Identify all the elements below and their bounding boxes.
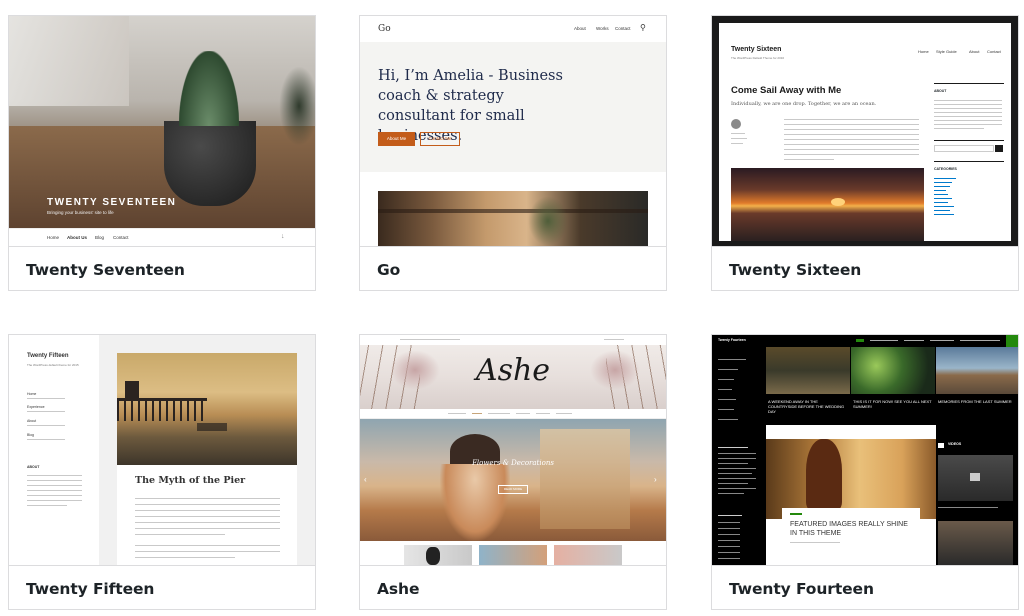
nav-item: Contact — [615, 26, 631, 31]
grid-image — [851, 347, 935, 394]
theme-card-go[interactable]: Go About Works Contact ⚲ Hi, I’m Amelia … — [359, 15, 667, 291]
widget-title: VIDEOS — [948, 442, 962, 446]
theme-card-twenty-seventeen[interactable]: TWENTY SEVENTEEN Bringing your business'… — [8, 15, 316, 291]
grid-image — [766, 347, 850, 394]
nav-item: Works — [596, 26, 609, 31]
nav-item: About Us — [67, 235, 87, 240]
page-body: Twenty Sixteen The WordPress Default The… — [719, 23, 1011, 241]
featured-image — [766, 439, 936, 519]
theme-screenshot[interactable]: Twenty Sixteen The WordPress Default The… — [712, 16, 1018, 246]
theme-name: Ashe — [360, 565, 666, 609]
search-icon: ⚲ — [640, 23, 646, 32]
nav-item: Home — [47, 235, 60, 240]
pier-image — [117, 353, 297, 465]
site-tagline: The WordPress Default Theme for 2016 — [731, 56, 785, 60]
featured-post-box: FEATURED IMAGES REALLY SHINE IN THIS THE… — [782, 508, 920, 565]
post-title: The Myth of the Pier — [135, 475, 246, 486]
play-icon — [970, 473, 980, 481]
grid-caption: A WEEKEND AWAY IN THE COUNTRYSIDE BEFORE… — [768, 399, 845, 414]
slider-image — [360, 419, 666, 541]
theme-screenshot[interactable]: Ashe Flowers & Decorations READ MORE ‹ › — [360, 335, 666, 565]
nav-item: Contact — [113, 235, 129, 240]
sidebar: ABOUT CATEGORIES — [934, 83, 1004, 241]
top-bar — [360, 335, 666, 345]
site-title: TWENTY SEVENTEEN — [47, 197, 177, 208]
sunset-image — [731, 168, 924, 241]
theme-name: Go — [360, 246, 666, 290]
theme-name: Twenty Fifteen — [9, 565, 315, 609]
sidebar: Twenty Fifteen The WordPress default the… — [9, 335, 99, 565]
grid-caption: MEMORIES FROM THE LAST SUMMER — [938, 399, 1012, 404]
theme-name: Twenty Fourteen — [712, 565, 1018, 609]
video-thumbnail — [938, 521, 1013, 565]
theme-screenshot[interactable]: TWENTY SEVENTEEN Bringing your business'… — [9, 16, 315, 246]
theme-screenshot[interactable]: Go About Works Contact ⚲ Hi, I’m Amelia … — [360, 16, 666, 246]
site-title: Twenty Sixteen — [731, 46, 782, 53]
theme-name: Twenty Seventeen — [9, 246, 315, 290]
site-tagline: The WordPress default theme for 2015 — [27, 363, 79, 367]
video-icon — [938, 443, 944, 448]
site-logo: Ashe — [475, 353, 551, 388]
search-icon — [1006, 335, 1018, 347]
theme-card-twenty-fifteen[interactable]: Twenty Fifteen The WordPress default the… — [8, 334, 316, 610]
site-logo: Go — [378, 24, 391, 34]
theme-screenshot[interactable]: Twenty Fifteen The WordPress default the… — [9, 335, 315, 565]
menu-item: Blog — [27, 433, 35, 437]
theme-card-twenty-fourteen[interactable]: Twenty Fourteen A WEEKEND AWAY IN THE CO… — [711, 334, 1019, 610]
content-area: FEATURED IMAGES REALLY SHINE IN THIS THE… — [766, 425, 936, 565]
theme-card-ashe[interactable]: Ashe Flowers & Decorations READ MORE ‹ ›… — [359, 334, 667, 610]
nav-item: About — [574, 26, 586, 31]
nav-item: Contact — [987, 49, 1001, 54]
nav-item: Home — [918, 49, 929, 54]
arrow-down-icon: ↓ — [281, 233, 285, 240]
read-more-button: READ MORE — [498, 485, 528, 494]
featured-post-title: FEATURED IMAGES REALLY SHINE IN THIS THE… — [790, 521, 908, 537]
sidebar — [712, 347, 764, 565]
post-excerpt: Individually, we are one drop. Together,… — [731, 101, 877, 107]
theme-screenshot[interactable]: Twenty Fourteen A WEEKEND AWAY IN THE CO… — [712, 335, 1018, 565]
search-icon — [995, 145, 1003, 152]
site-title: Twenty Fifteen — [27, 353, 69, 359]
video-thumbnail — [938, 455, 1013, 501]
menu-item: Home — [27, 392, 37, 396]
about-me-button: About Me — [378, 132, 415, 146]
grid-caption: THIS IS IT FOR NOW! SEE YOU ALL NEXT SUM… — [853, 399, 932, 409]
chevron-left-icon: ‹ — [364, 475, 367, 484]
sidebar-search-field — [934, 145, 994, 152]
thumbnail — [554, 545, 622, 565]
theme-card-twenty-sixteen[interactable]: Twenty Sixteen The WordPress Default The… — [711, 15, 1019, 291]
nav-item: Blog — [95, 235, 105, 240]
nav-item: About — [969, 49, 980, 54]
sidebar-heading: CATEGORIES — [934, 167, 957, 171]
site-header: Go About Works Contact ⚲ — [360, 16, 666, 42]
sidebar-heading: ABOUT — [934, 89, 947, 93]
grid-image — [936, 347, 1018, 394]
interior-image — [378, 191, 648, 246]
menu-item: Experience — [27, 405, 45, 409]
avatar — [731, 119, 741, 129]
nav-bar: Home About Us Blog Contact ↓ — [9, 228, 315, 246]
chevron-right-icon: › — [654, 475, 657, 484]
post-title: Come Sail Away with Me — [731, 85, 842, 96]
menu-item: About — [27, 419, 37, 423]
nav-item: Style Guide — [936, 49, 957, 54]
contact-me-button: Contact Me — [420, 132, 460, 146]
thumbnail — [404, 545, 472, 565]
top-bar: Twenty Fourteen — [712, 335, 1018, 347]
theme-name: Twenty Sixteen — [712, 246, 1018, 290]
nav-bar — [360, 409, 666, 419]
sidebar-heading: ABOUT — [27, 465, 40, 469]
site-tagline: Bringing your business' site to life — [47, 210, 114, 215]
thumbnail — [479, 545, 547, 565]
slide-title: Flowers & Decorations — [472, 459, 554, 467]
right-sidebar: VIDEOS — [936, 425, 1018, 565]
site-title: Twenty Fourteen — [718, 338, 746, 342]
post-card: The Myth of the Pier — [117, 353, 297, 565]
